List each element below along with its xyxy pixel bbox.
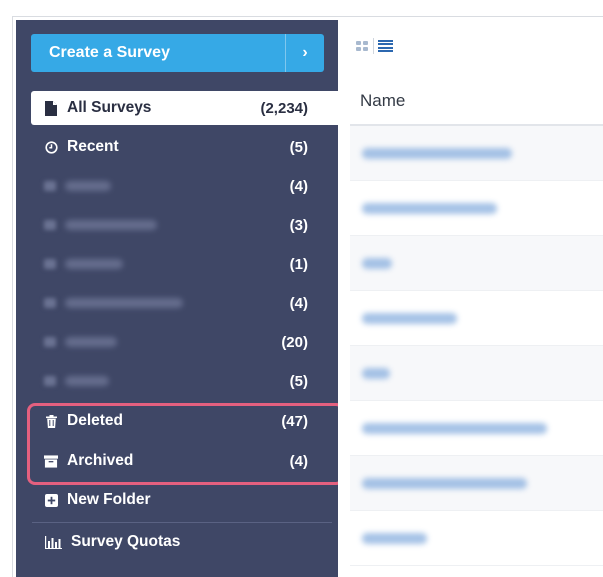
sidebar-item-folder[interactable]: (20) — [31, 325, 324, 359]
table-row[interactable] — [350, 236, 603, 291]
grid-view-icon[interactable] — [356, 40, 369, 52]
table-row[interactable] — [350, 401, 603, 456]
survey-list — [350, 126, 603, 566]
redacted-survey-name — [362, 532, 427, 544]
folder-icon — [44, 337, 56, 347]
redacted-folder-name — [65, 220, 157, 230]
folder-icon — [44, 259, 56, 269]
table-row[interactable] — [350, 346, 603, 401]
sidebar-item-label: All Surveys — [67, 99, 152, 116]
column-header-name[interactable]: Name — [360, 91, 405, 111]
new-folder-button[interactable]: New Folder — [31, 483, 324, 517]
redacted-folder-name — [65, 259, 123, 269]
new-folder-label: New Folder — [67, 491, 151, 508]
redacted-folder-name — [65, 298, 183, 308]
sidebar-item-folder[interactable]: (1) — [31, 247, 324, 281]
clock-icon — [44, 139, 58, 155]
table-row[interactable] — [350, 511, 603, 566]
sidebar-item-all-surveys[interactable]: All Surveys (2,234) — [31, 91, 338, 125]
plus-square-icon — [44, 492, 58, 508]
folder-icon — [44, 376, 56, 386]
sidebar-divider — [32, 522, 332, 523]
redacted-survey-name — [362, 147, 512, 159]
folder-icon — [44, 298, 56, 308]
sidebar-item-count: (5) — [289, 372, 308, 390]
table-row[interactable] — [350, 181, 603, 236]
redacted-survey-name — [362, 477, 527, 489]
sidebar-item-folder[interactable]: (4) — [31, 286, 324, 320]
sidebar-item-count: (5) — [289, 138, 308, 156]
redacted-survey-name — [362, 312, 457, 324]
list-view-icon[interactable] — [378, 40, 393, 52]
table-row[interactable] — [350, 126, 603, 181]
redacted-folder-name — [65, 181, 111, 191]
folder-icon — [44, 220, 56, 230]
main-panel: Name — [338, 20, 603, 577]
highlight-annotation — [27, 403, 344, 485]
sidebar-item-count: (3) — [289, 216, 308, 234]
sidebar-item-folder[interactable]: (3) — [31, 208, 324, 242]
sidebar-item-count: (4) — [289, 294, 308, 312]
redacted-survey-name — [362, 257, 392, 269]
redacted-survey-name — [362, 422, 547, 434]
table-row[interactable] — [350, 291, 603, 346]
redacted-folder-name — [65, 376, 109, 386]
table-row[interactable] — [350, 456, 603, 511]
redacted-survey-name — [362, 202, 497, 214]
sidebar-item-count: (1) — [289, 255, 308, 273]
survey-quotas-label: Survey Quotas — [71, 533, 181, 550]
frame-border-left — [12, 16, 13, 577]
sidebar-item-folder[interactable]: (5) — [31, 364, 324, 398]
sidebar-item-count: (4) — [289, 177, 308, 195]
chevron-right-icon[interactable]: › — [286, 34, 324, 72]
create-survey-label: Create a Survey — [49, 44, 170, 61]
sidebar-item-label: Recent — [67, 138, 119, 155]
file-icon — [44, 100, 58, 116]
frame-border-top — [12, 16, 603, 17]
bar-chart-icon — [44, 534, 62, 550]
folder-icon — [44, 181, 56, 191]
sidebar-item-count: (20) — [281, 333, 308, 351]
sidebar: Create a Survey › All Surveys (2,234) Re… — [16, 20, 338, 577]
redacted-folder-name — [65, 337, 117, 347]
redacted-survey-name — [362, 367, 390, 379]
survey-quotas-link[interactable]: Survey Quotas — [31, 525, 324, 559]
sidebar-item-folder[interactable]: (4) — [31, 169, 324, 203]
view-toggle — [356, 38, 393, 54]
sidebar-item-recent[interactable]: Recent (5) — [31, 130, 324, 164]
toggle-divider — [373, 38, 374, 54]
sidebar-item-count: (2,234) — [260, 99, 308, 117]
create-survey-button[interactable]: Create a Survey › — [31, 34, 324, 72]
